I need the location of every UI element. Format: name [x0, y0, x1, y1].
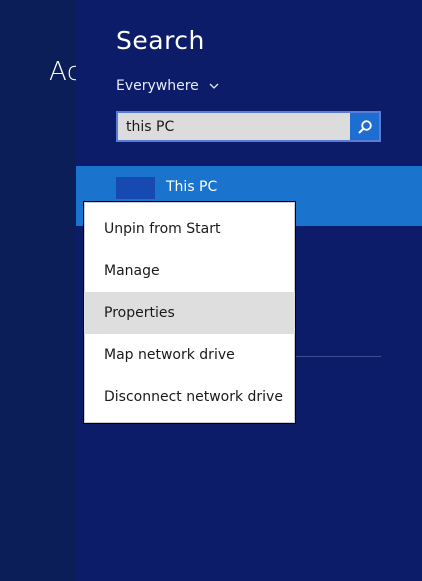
start-screen-background: Ac — [0, 0, 81, 581]
search-scope-dropdown[interactable]: Everywhere — [116, 78, 219, 94]
menu-item-label: Map network drive — [104, 347, 235, 363]
menu-item-map-network-drive[interactable]: Map network drive — [84, 334, 295, 376]
search-icon — [357, 119, 372, 134]
menu-item-label: Manage — [104, 263, 160, 279]
menu-item-disconnect-network-drive[interactable]: Disconnect network drive — [84, 376, 295, 418]
menu-item-label: Disconnect network drive — [104, 389, 283, 405]
menu-item-label: Properties — [104, 305, 175, 321]
search-scope-label: Everywhere — [116, 78, 199, 94]
search-box — [116, 111, 381, 142]
menu-item-label: Unpin from Start — [104, 221, 221, 237]
context-menu: Unpin from Start Manage Properties Map n… — [83, 201, 296, 424]
chevron-down-icon — [209, 83, 219, 89]
search-result-label: This PC — [166, 179, 218, 195]
search-button[interactable] — [350, 113, 379, 140]
search-input[interactable] — [118, 113, 350, 140]
menu-item-properties[interactable]: Properties — [84, 292, 295, 334]
menu-item-manage[interactable]: Manage — [84, 250, 295, 292]
this-pc-tile-icon — [116, 177, 155, 199]
page-title: Search — [116, 26, 205, 55]
menu-item-unpin-from-start[interactable]: Unpin from Start — [84, 208, 295, 250]
